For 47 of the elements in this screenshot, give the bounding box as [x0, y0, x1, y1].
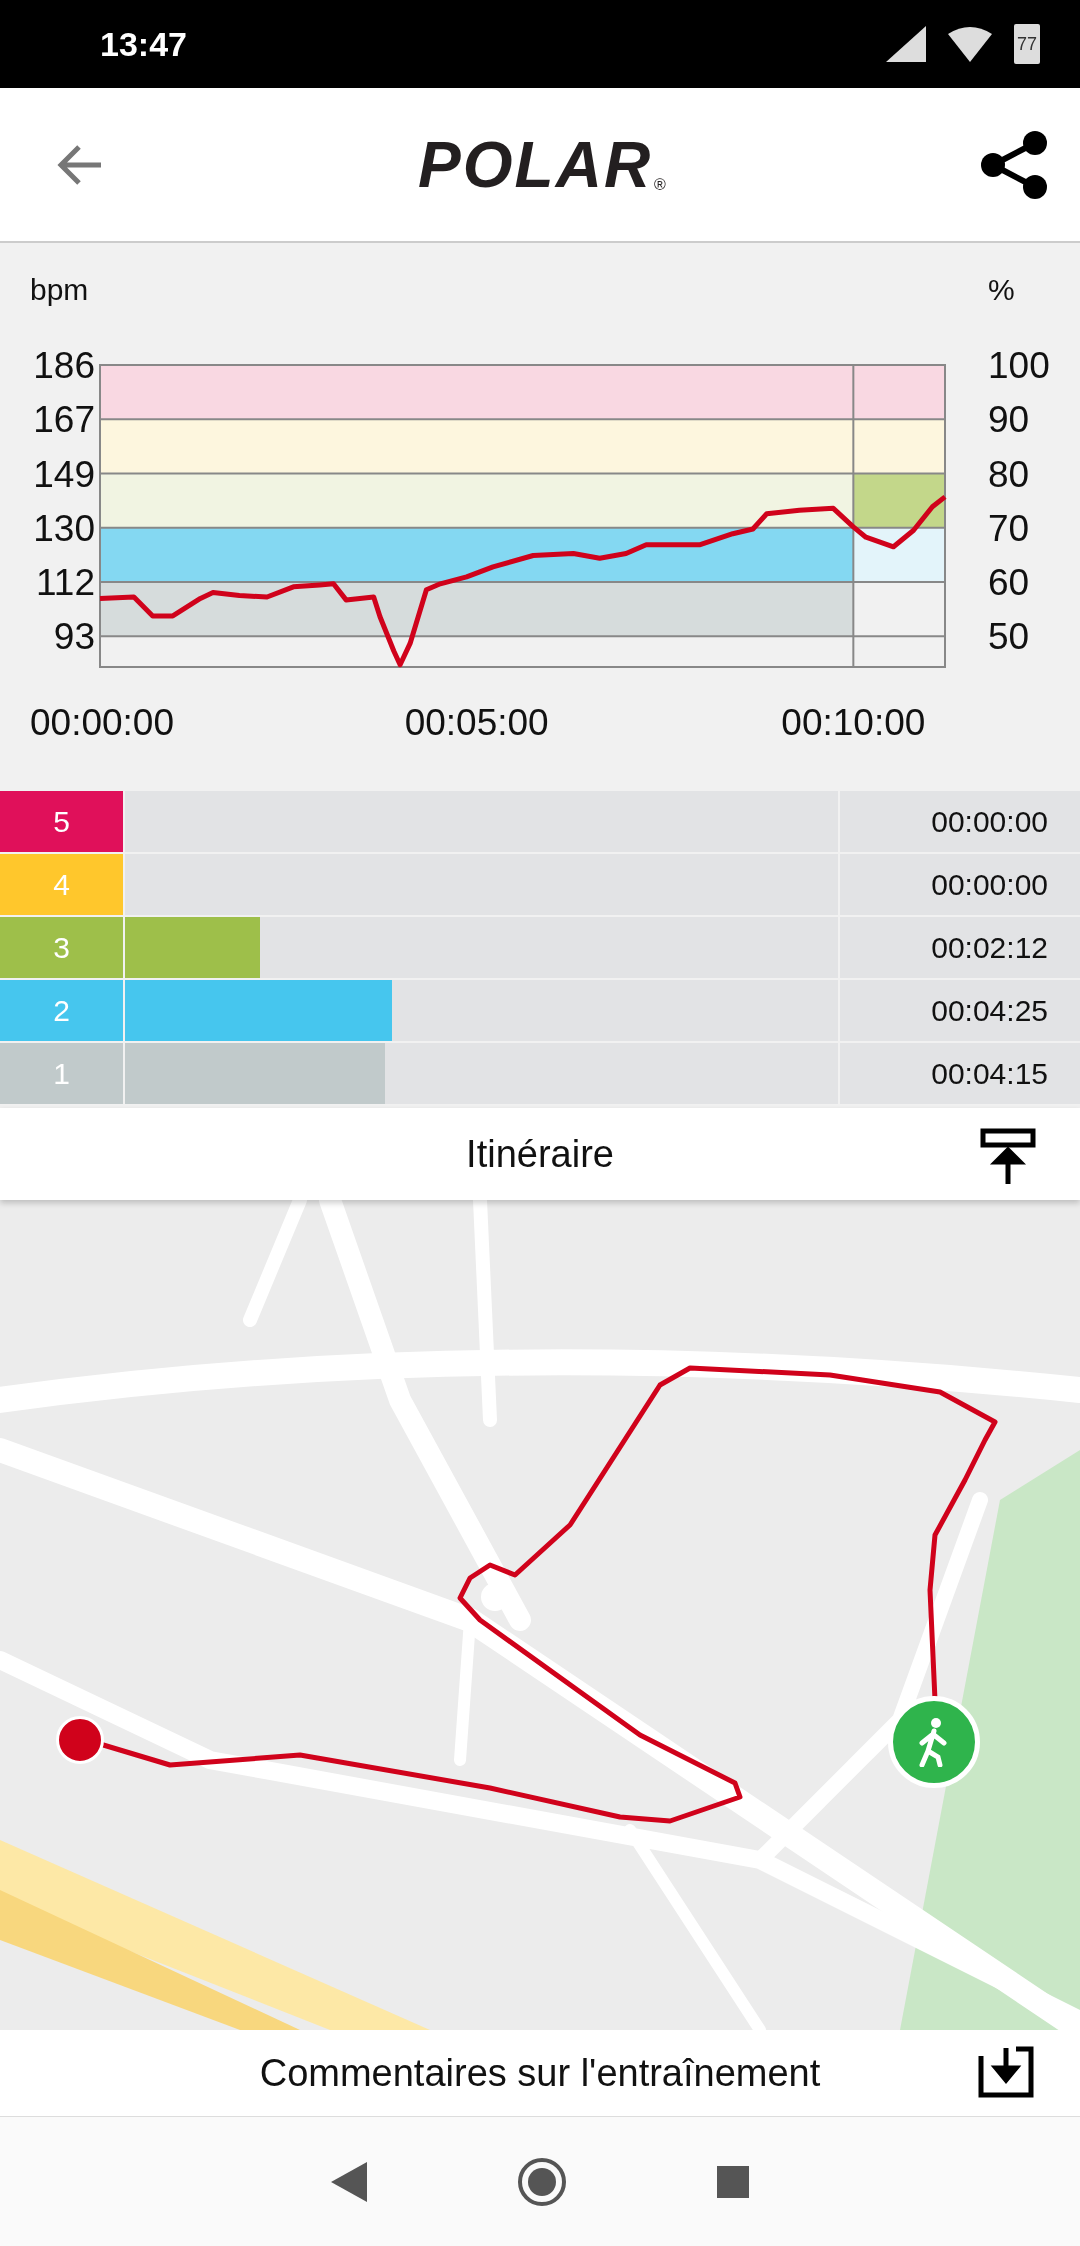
y-tick-label: 186	[33, 345, 95, 386]
back-nav-button[interactable]	[331, 2161, 367, 2202]
recents-nav-button[interactable]	[717, 2165, 749, 2198]
section-title: Itinéraire	[466, 1131, 614, 1177]
zone-time: 00:04:15	[840, 1043, 1080, 1104]
zone-number: 2	[0, 980, 123, 1041]
axis-unit: bpm	[30, 273, 89, 306]
signal-icon	[886, 26, 926, 62]
y-tick-label: 130	[33, 507, 95, 549]
y-tick-label: 149	[33, 453, 95, 495]
y-tick-label: 60	[988, 562, 1030, 604]
x-tick-label: 00:05:00	[404, 702, 549, 743]
section-title: Commentaires sur l'entraînement	[259, 2050, 821, 2096]
collapse-button[interactable]	[980, 1128, 1036, 1184]
y-tick-label: 112	[36, 562, 95, 604]
y-tick-label: 50	[988, 616, 1030, 658]
y-tick-label: 80	[988, 453, 1030, 495]
home-circle-icon	[517, 2156, 567, 2207]
zone-number: 4	[0, 854, 123, 915]
registered-mark: ®	[654, 174, 666, 195]
status-time: 13:47	[100, 23, 187, 65]
battery-icon: 77	[1014, 24, 1040, 64]
logo: POLAR	[418, 132, 653, 197]
triangle-back-icon	[331, 2161, 367, 2202]
zone-time: 00:00:00	[840, 854, 1080, 915]
y-tick-label: 70	[988, 507, 1030, 549]
download-button[interactable]	[976, 2044, 1036, 2100]
y-tick-label: 90	[988, 399, 1030, 441]
download-icon	[978, 2046, 1034, 2098]
share-icon	[979, 130, 1049, 199]
square-recents-icon	[717, 2165, 749, 2198]
y-tick-label: 167	[33, 399, 95, 441]
y-tick-label: 100	[988, 345, 1050, 386]
x-tick-label: 00:00:00	[30, 702, 175, 743]
zone-time: 00:00:00	[840, 791, 1080, 852]
back-arrow-icon	[57, 144, 103, 185]
upload-icon	[980, 1128, 1036, 1184]
wifi-icon	[948, 26, 992, 62]
y-tick-label: 93	[53, 616, 95, 658]
home-nav-button[interactable]	[517, 2156, 567, 2207]
axis-unit: %	[988, 273, 1015, 306]
zone-number: 5	[0, 791, 123, 852]
zone-number: 3	[0, 917, 123, 978]
zone-time: 00:02:12	[840, 917, 1080, 978]
x-tick-label: 00:10:00	[781, 702, 926, 743]
zone-time: 00:04:25	[840, 980, 1080, 1041]
zone-number: 1	[0, 1043, 123, 1104]
